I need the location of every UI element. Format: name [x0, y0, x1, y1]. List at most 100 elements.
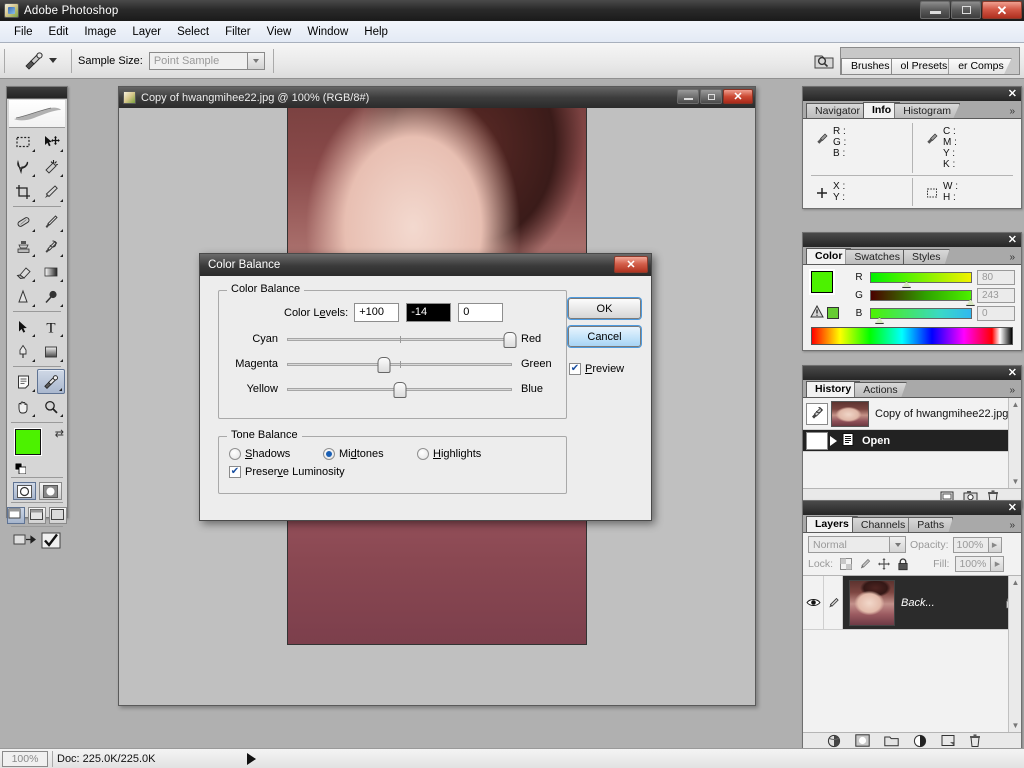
- sample-size-select[interactable]: Point Sample: [148, 51, 265, 70]
- menu-item-view[interactable]: View: [259, 24, 300, 40]
- tool-dodge[interactable]: [37, 284, 65, 309]
- menu-item-layer[interactable]: Layer: [124, 24, 169, 40]
- fill-value[interactable]: 100%: [955, 556, 992, 572]
- menu-item-help[interactable]: Help: [356, 24, 396, 40]
- tool-blur[interactable]: [9, 284, 37, 309]
- magenta-green-level-input[interactable]: -14: [406, 303, 452, 322]
- layer-visibility-toggle[interactable]: [803, 576, 823, 629]
- standard-mode-button[interactable]: [12, 482, 36, 500]
- tool-rectangular-marquee[interactable]: [9, 129, 37, 154]
- tool-brush[interactable]: [37, 209, 65, 234]
- tab-swatches[interactable]: Swatches: [845, 249, 909, 264]
- tool-crop[interactable]: [9, 179, 37, 204]
- color-palette-drag-handle[interactable]: ✕: [803, 233, 1021, 247]
- menu-item-filter[interactable]: Filter: [217, 24, 259, 40]
- panel-menu-icon[interactable]: »: [1009, 385, 1015, 396]
- layer-row-background[interactable]: Back...: [803, 576, 1021, 630]
- green-slider[interactable]: [870, 290, 975, 306]
- tool-pen[interactable]: [9, 339, 37, 364]
- panel-menu-icon[interactable]: »: [1009, 520, 1015, 531]
- jump-to-imageready-button[interactable]: [13, 531, 37, 553]
- imageready-check-button[interactable]: [40, 531, 62, 553]
- tab-paths[interactable]: Paths: [908, 517, 954, 532]
- document-title-bar[interactable]: Copy of hwangmihee22.jpg @ 100% (RGB/8#)…: [119, 87, 755, 108]
- scroll-up-icon[interactable]: ▲: [1009, 576, 1022, 589]
- close-icon[interactable]: ✕: [1008, 234, 1017, 246]
- foreground-color-swatch[interactable]: [811, 271, 833, 293]
- blend-mode-select[interactable]: Normal: [808, 536, 906, 553]
- close-icon[interactable]: ✕: [1008, 502, 1017, 514]
- cancel-button[interactable]: Cancel: [568, 326, 641, 347]
- tab-channels[interactable]: Channels: [851, 517, 915, 532]
- tone-option-highlights[interactable]: Highlights: [417, 448, 481, 460]
- layer-thumbnail[interactable]: [849, 579, 895, 626]
- tab-layers[interactable]: Layers: [806, 516, 858, 532]
- tool-history-brush[interactable]: [37, 234, 65, 259]
- lock-transparency-icon[interactable]: [839, 558, 852, 571]
- well-tab-layer-comps[interactable]: er Comps: [948, 58, 1012, 74]
- dialog-title-bar[interactable]: Color Balance ✕: [200, 254, 651, 276]
- status-menu-arrow-icon[interactable]: [247, 752, 257, 765]
- menu-item-edit[interactable]: Edit: [41, 24, 77, 40]
- lock-position-icon[interactable]: [877, 558, 890, 571]
- preserve-luminosity-checkbox[interactable]: ✔ Preserve Luminosity: [229, 466, 566, 478]
- tab-history[interactable]: History: [806, 381, 861, 397]
- well-tab-brushes[interactable]: Brushes: [841, 58, 898, 74]
- foreground-color-swatch[interactable]: [15, 429, 41, 455]
- well-tab-tool-presets[interactable]: ol Presets: [890, 58, 956, 74]
- close-icon[interactable]: ✕: [1008, 88, 1017, 100]
- green-value[interactable]: 243: [977, 288, 1015, 303]
- yellow-blue-slider[interactable]: [287, 381, 512, 398]
- tool-move[interactable]: [37, 129, 65, 154]
- swap-colors-icon[interactable]: ⇄: [55, 427, 64, 440]
- zoom-level-input[interactable]: 100%: [2, 750, 48, 767]
- tool-slice[interactable]: [37, 179, 65, 204]
- cyan-red-slider[interactable]: [287, 331, 517, 348]
- active-tool-preset-picker[interactable]: [11, 43, 65, 78]
- tool-clone-stamp[interactable]: [9, 234, 37, 259]
- dialog-close-button[interactable]: ✕: [614, 256, 648, 273]
- menu-item-image[interactable]: Image: [76, 24, 124, 40]
- history-scrollbar[interactable]: ▲ ▼: [1008, 398, 1021, 488]
- layer-name[interactable]: Back...: [901, 597, 1001, 609]
- menu-item-select[interactable]: Select: [169, 24, 217, 40]
- opacity-stepper-icon[interactable]: ▶: [988, 536, 1002, 553]
- palette-well[interactable]: Brushes ol Presets er Comps: [840, 47, 1020, 75]
- history-brush-source-icon[interactable]: [806, 402, 828, 425]
- panel-menu-icon[interactable]: »: [1009, 106, 1015, 117]
- red-slider[interactable]: [870, 272, 972, 288]
- scroll-down-icon[interactable]: ▼: [1009, 475, 1022, 488]
- scroll-up-icon[interactable]: ▲: [1009, 398, 1022, 411]
- tool-type[interactable]: T: [37, 314, 65, 339]
- default-colors-icon[interactable]: [14, 462, 27, 475]
- layers-palette-drag-handle[interactable]: ✕: [803, 501, 1021, 515]
- fill-stepper-icon[interactable]: ▶: [991, 556, 1005, 572]
- tab-styles[interactable]: Styles: [902, 249, 950, 264]
- red-value[interactable]: 80: [977, 270, 1015, 285]
- yellow-blue-slider-thumb[interactable]: [393, 382, 406, 398]
- tool-magic-wand[interactable]: [37, 154, 65, 179]
- full-screen-menubar-button[interactable]: [28, 507, 46, 524]
- info-palette-drag-handle[interactable]: ✕: [803, 87, 1021, 101]
- cyan-red-slider-thumb[interactable]: [503, 332, 517, 348]
- lock-all-icon[interactable]: [896, 557, 909, 571]
- close-icon[interactable]: ✕: [1008, 367, 1017, 379]
- tool-eyedropper[interactable]: [37, 369, 65, 394]
- layers-scrollbar[interactable]: ▲ ▼: [1008, 576, 1021, 732]
- layer-link-toggle[interactable]: [823, 576, 843, 629]
- history-snapshot-row[interactable]: Copy of hwangmihee22.jpg: [803, 398, 1021, 430]
- history-state-open[interactable]: Open: [803, 430, 1021, 452]
- quick-mask-mode-button[interactable]: [38, 482, 62, 500]
- document-close-button[interactable]: ✕: [723, 89, 753, 104]
- preview-checkbox[interactable]: ✔ Preview: [569, 363, 624, 375]
- opacity-value[interactable]: 100%: [952, 536, 989, 553]
- magenta-green-slider[interactable]: [287, 356, 512, 373]
- lock-image-pixels-icon[interactable]: [858, 558, 871, 571]
- tool-hand[interactable]: [9, 394, 37, 419]
- ok-button[interactable]: OK: [568, 298, 641, 319]
- tool-healing-brush[interactable]: [9, 209, 37, 234]
- close-button[interactable]: ✕: [982, 1, 1022, 19]
- tool-zoom[interactable]: [37, 394, 65, 419]
- magenta-green-slider-thumb[interactable]: [377, 357, 391, 373]
- blue-slider[interactable]: [870, 308, 972, 324]
